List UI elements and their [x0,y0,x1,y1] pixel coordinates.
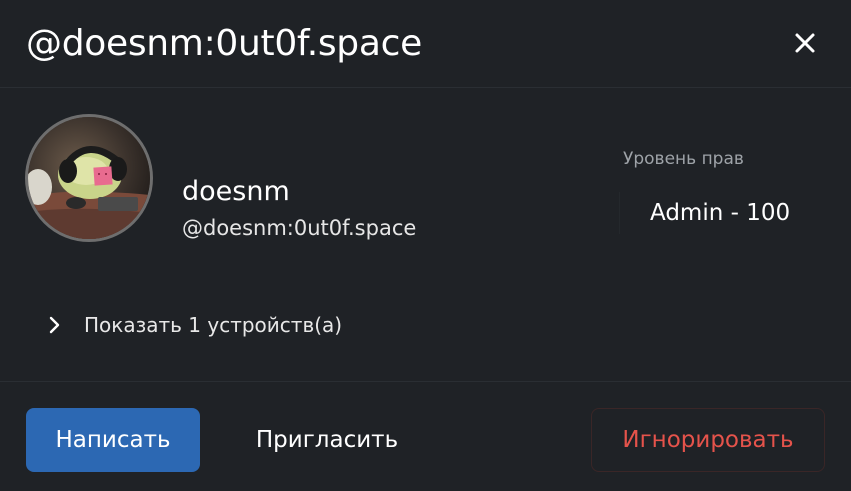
show-devices-toggle[interactable]: Показать 1 устройств(а) [40,306,342,344]
footer-divider [0,381,851,382]
power-level-select[interactable]: Admin - 100 [619,192,829,234]
message-button[interactable]: Написать [26,408,200,472]
power-level-value: Admin - 100 [650,200,791,226]
power-level-label: Уровень прав [623,149,744,169]
dialog-title: @doesnm:0ut0f.space [26,23,422,64]
dialog-header: @doesnm:0ut0f.space [0,0,851,88]
close-button[interactable] [788,26,822,60]
user-profile-dialog: @doesnm:0ut0f.space doesnm @doesnm:0ut0f… [0,0,851,491]
chevron-right-icon [40,306,68,344]
close-icon [795,33,815,53]
ignore-button[interactable]: Игнорировать [591,408,825,472]
avatar[interactable] [25,114,153,242]
avatar-photo [28,117,150,239]
show-devices-label: Показать 1 устройств(а) [84,313,343,337]
user-id: @doesnm:0ut0f.space [182,216,417,240]
display-name: doesnm [182,176,290,207]
invite-button[interactable]: Пригласить [226,408,428,472]
